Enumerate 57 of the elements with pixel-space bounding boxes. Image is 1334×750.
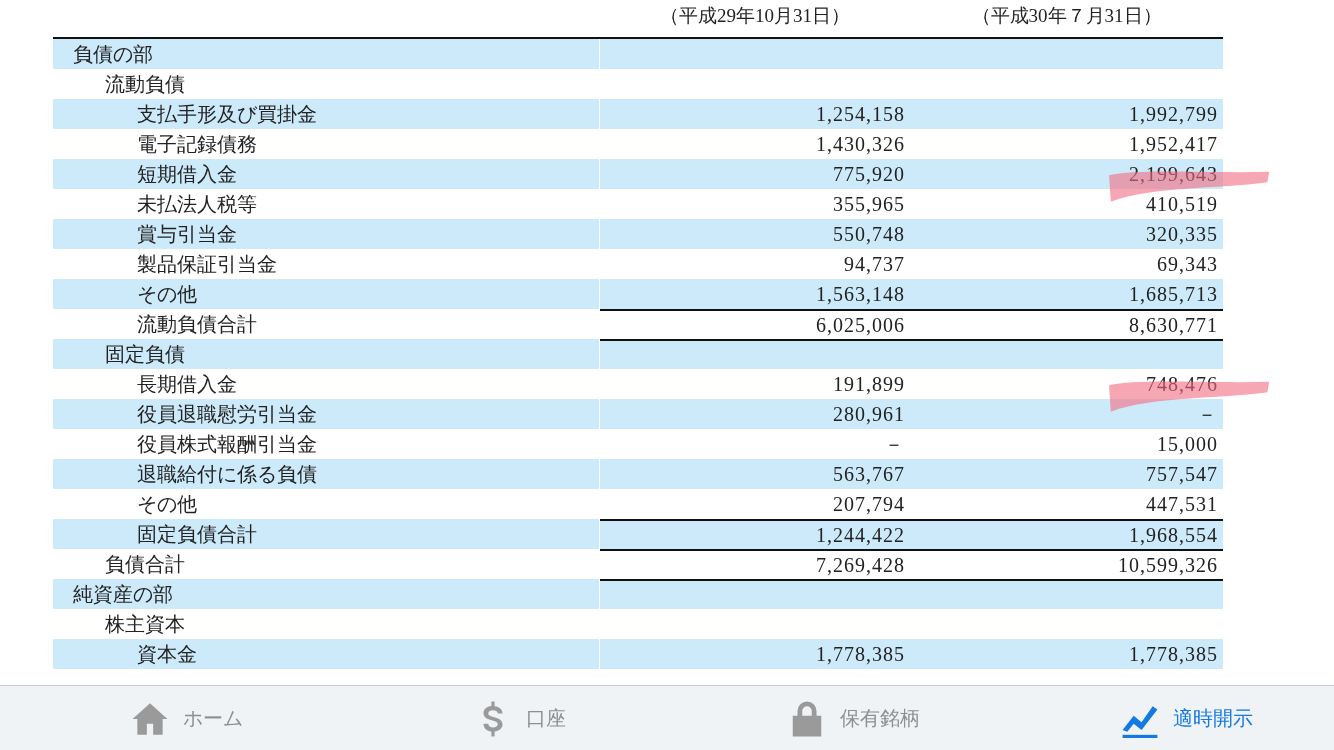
- table-cell: 6,025,006: [816, 313, 905, 337]
- row-label: 未払法人税等: [137, 191, 257, 217]
- table-cell: 563,767: [833, 462, 905, 486]
- table-cell: 280,961: [833, 402, 905, 426]
- row-label: 負債の部: [73, 41, 153, 67]
- row-label: 電子記録債務: [137, 131, 257, 157]
- tab[interactable]: 適時開示: [1040, 686, 1334, 750]
- row-label: 株主資本: [105, 611, 185, 637]
- row-label: 役員株式報酬引当金: [137, 431, 317, 457]
- row-label: 短期借入金: [137, 161, 237, 187]
- table-cell: 775,920: [833, 162, 905, 186]
- table-cell: 10,599,326: [1118, 553, 1218, 577]
- table-cell: 1,563,148: [816, 282, 905, 306]
- row-label: 純資産の部: [73, 581, 173, 607]
- row-label: 流動負債: [105, 71, 185, 97]
- row-label: その他: [137, 281, 197, 307]
- table-cell: 69,343: [1157, 252, 1218, 276]
- table-cell: 1,778,385: [1129, 642, 1218, 666]
- row-label: 固定負債合計: [137, 521, 257, 547]
- table-cell: 8,630,771: [1129, 313, 1218, 337]
- table-cell-text: －: [884, 431, 905, 457]
- table-cell: 355,965: [833, 192, 905, 216]
- row-label: 支払手形及び買掛金: [137, 101, 317, 127]
- table-cell: 207,794: [833, 492, 905, 516]
- table-cell: 757,547: [1146, 462, 1218, 486]
- tab[interactable]: 保有銘柄: [707, 686, 1001, 750]
- row-label: 資本金: [137, 641, 197, 667]
- row-label: 長期借入金: [137, 371, 237, 397]
- tab[interactable]: ホーム: [40, 686, 334, 750]
- table-cell: 320,335: [1146, 222, 1218, 246]
- table-cell-text: －: [1197, 401, 1218, 427]
- table-cell: 15,000: [1157, 432, 1218, 456]
- table-cell: 1,254,158: [816, 102, 905, 126]
- table-cell: 447,531: [1146, 492, 1218, 516]
- tab[interactable]: 口座: [373, 686, 667, 750]
- row-label: 製品保証引当金: [137, 251, 277, 277]
- row-label: その他: [137, 491, 197, 517]
- row-label: 賞与引当金: [137, 221, 237, 247]
- table-cell: 94,737: [844, 252, 905, 276]
- column-header: （平成29年10月31日）: [660, 3, 850, 28]
- table-cell: 1,952,417: [1129, 132, 1218, 156]
- row-label: 負債合計: [105, 551, 185, 577]
- row-label: 固定負債: [105, 341, 185, 367]
- table-cell: 1,992,799: [1129, 102, 1218, 126]
- row-label: 役員退職慰労引当金: [137, 401, 317, 427]
- row-label: 退職給付に係る負債: [137, 461, 317, 487]
- row-label: 流動負債合計: [137, 311, 257, 337]
- table-cell: 1,685,713: [1129, 282, 1218, 306]
- table-cell: 191,899: [833, 372, 905, 396]
- column-header: （平成30年７月31日）: [971, 3, 1162, 28]
- table-cell: 410,519: [1146, 192, 1218, 216]
- table-cell: 550,748: [833, 222, 905, 246]
- table-cell: 1,968,554: [1129, 523, 1218, 547]
- table-cell: 1,778,385: [816, 642, 905, 666]
- table-cell: 1,430,326: [816, 132, 905, 156]
- table-cell: 7,269,428: [816, 553, 905, 577]
- table-cell: 1,244,422: [816, 523, 905, 547]
